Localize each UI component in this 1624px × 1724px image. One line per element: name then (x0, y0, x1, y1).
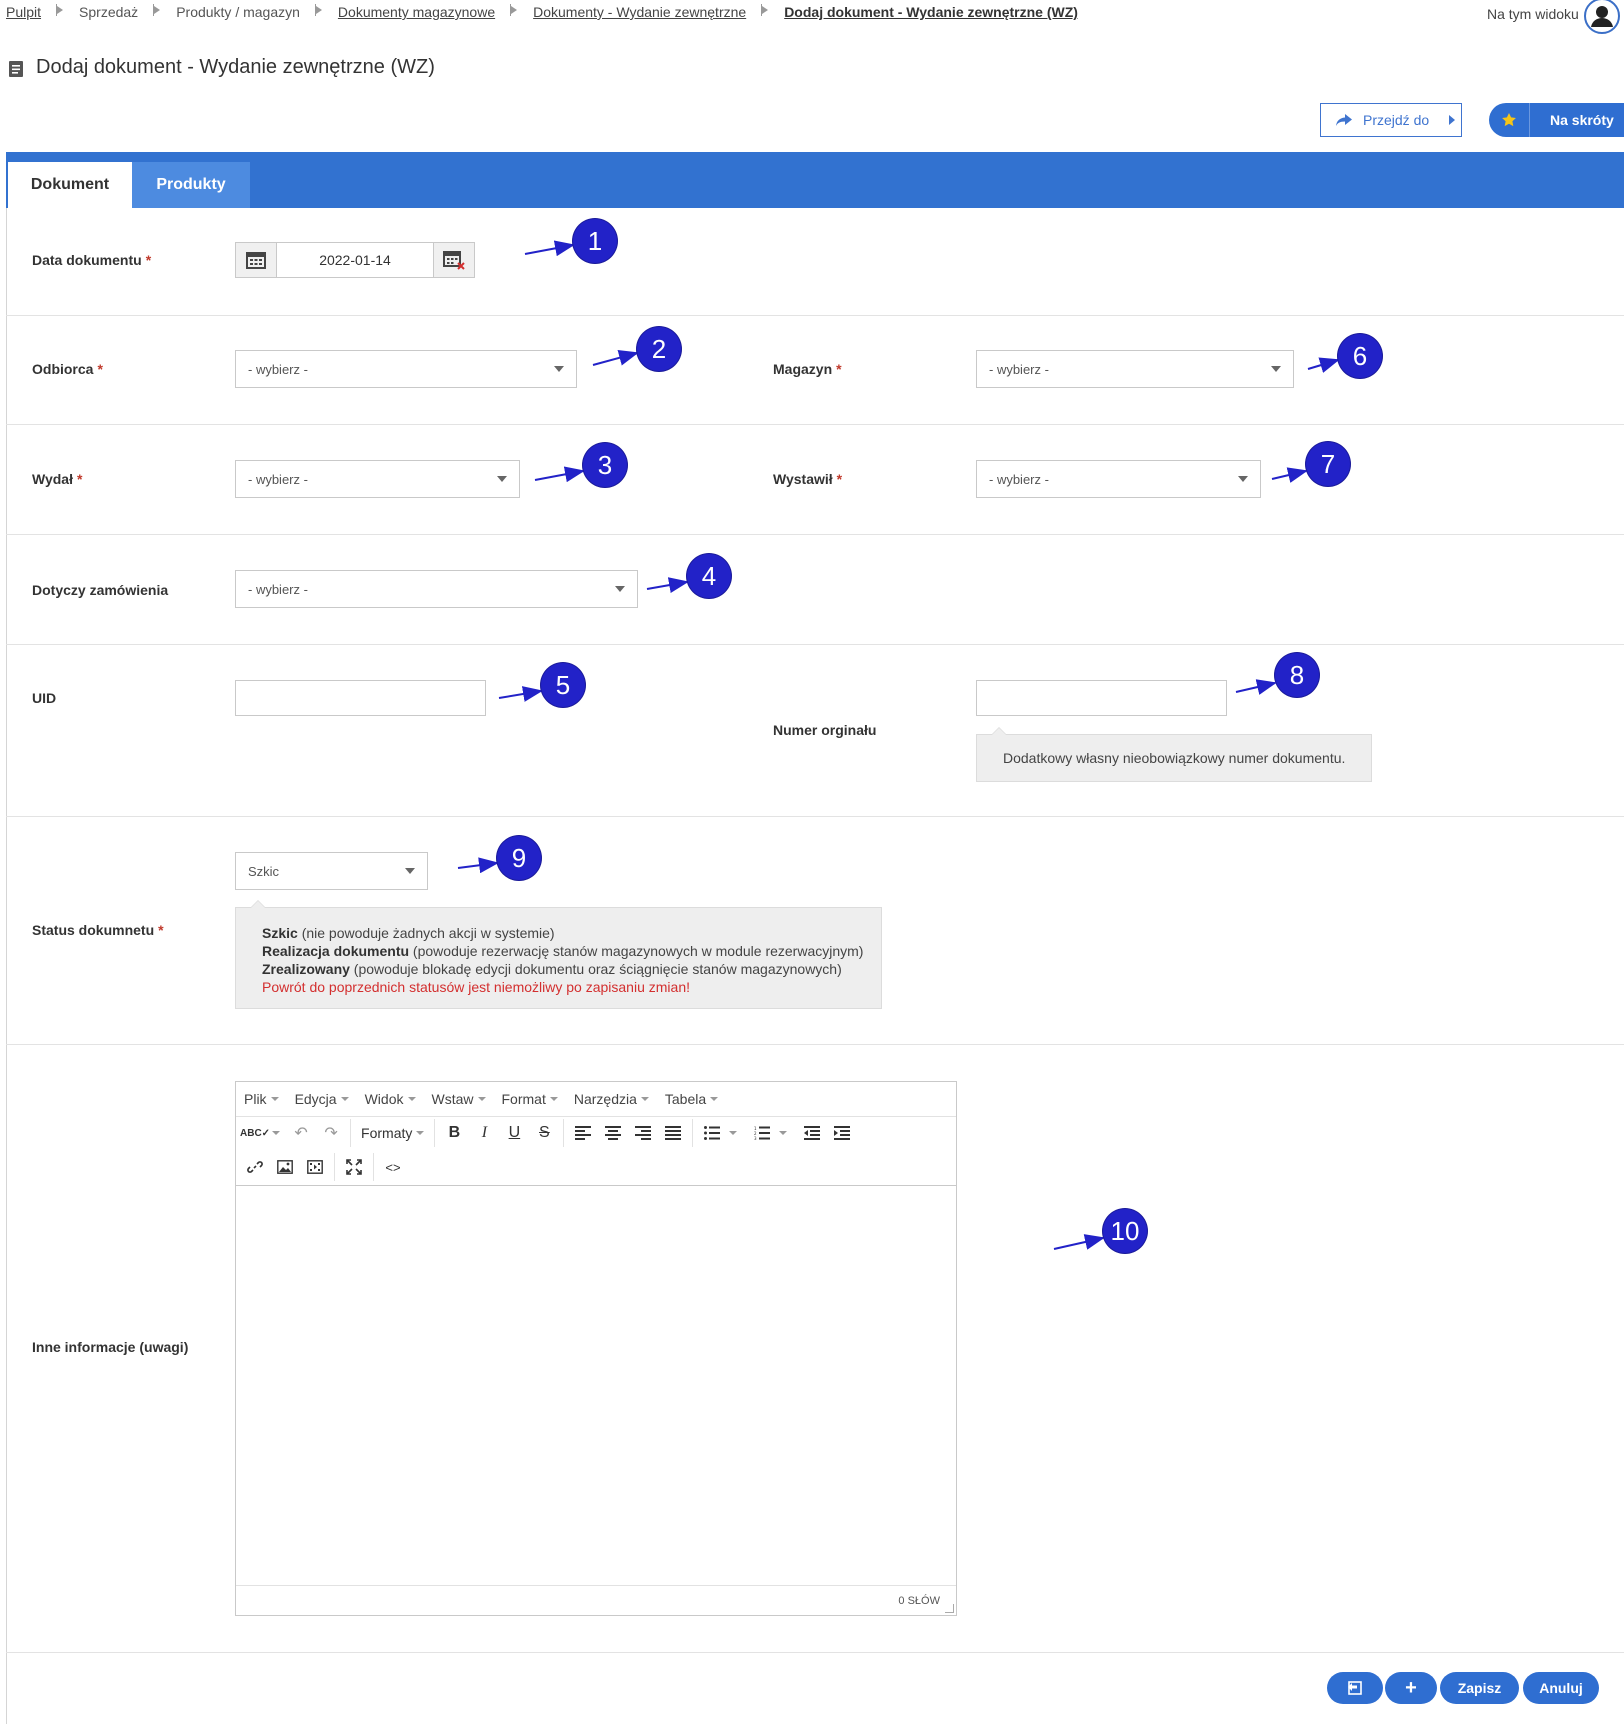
annotation-arrows (457, 240, 1340, 1250)
annotation-marker-1: 1 (573, 219, 617, 263)
arrow-5 (498, 686, 543, 702)
save-back-icon (1348, 1681, 1362, 1695)
save-button[interactable]: Zapisz (1440, 1672, 1519, 1704)
arrow-6 (1307, 357, 1340, 373)
annotation-marker-9: 9 (497, 836, 541, 880)
annotation-marker-5: 5 (541, 663, 585, 707)
annotation-marker-4: 4 (687, 554, 731, 598)
save-and-back-button[interactable] (1327, 1672, 1383, 1704)
annotation-marker-8: 8 (1275, 653, 1319, 697)
arrow-3 (534, 466, 585, 483)
arrow-1 (524, 240, 575, 257)
annotation-marker-6: 6 (1338, 334, 1382, 378)
arrow-9 (457, 857, 499, 874)
plus-icon: + (1405, 1676, 1417, 1699)
arrow-10 (1053, 1234, 1105, 1250)
cancel-button[interactable]: Anuluj (1523, 1672, 1599, 1704)
annotation-marker-2: 2 (637, 327, 681, 371)
arrow-8 (1235, 679, 1277, 695)
annotation-marker-10: 10 (1103, 1209, 1147, 1253)
annotation-marker-3: 3 (583, 443, 627, 487)
footer-divider (6, 1652, 1624, 1653)
annotation-marker-7: 7 (1306, 442, 1350, 486)
arrow-2 (592, 350, 639, 366)
arrow-4 (646, 577, 689, 593)
arrow-7 (1271, 467, 1308, 483)
save-and-add-button[interactable]: + (1385, 1672, 1437, 1704)
